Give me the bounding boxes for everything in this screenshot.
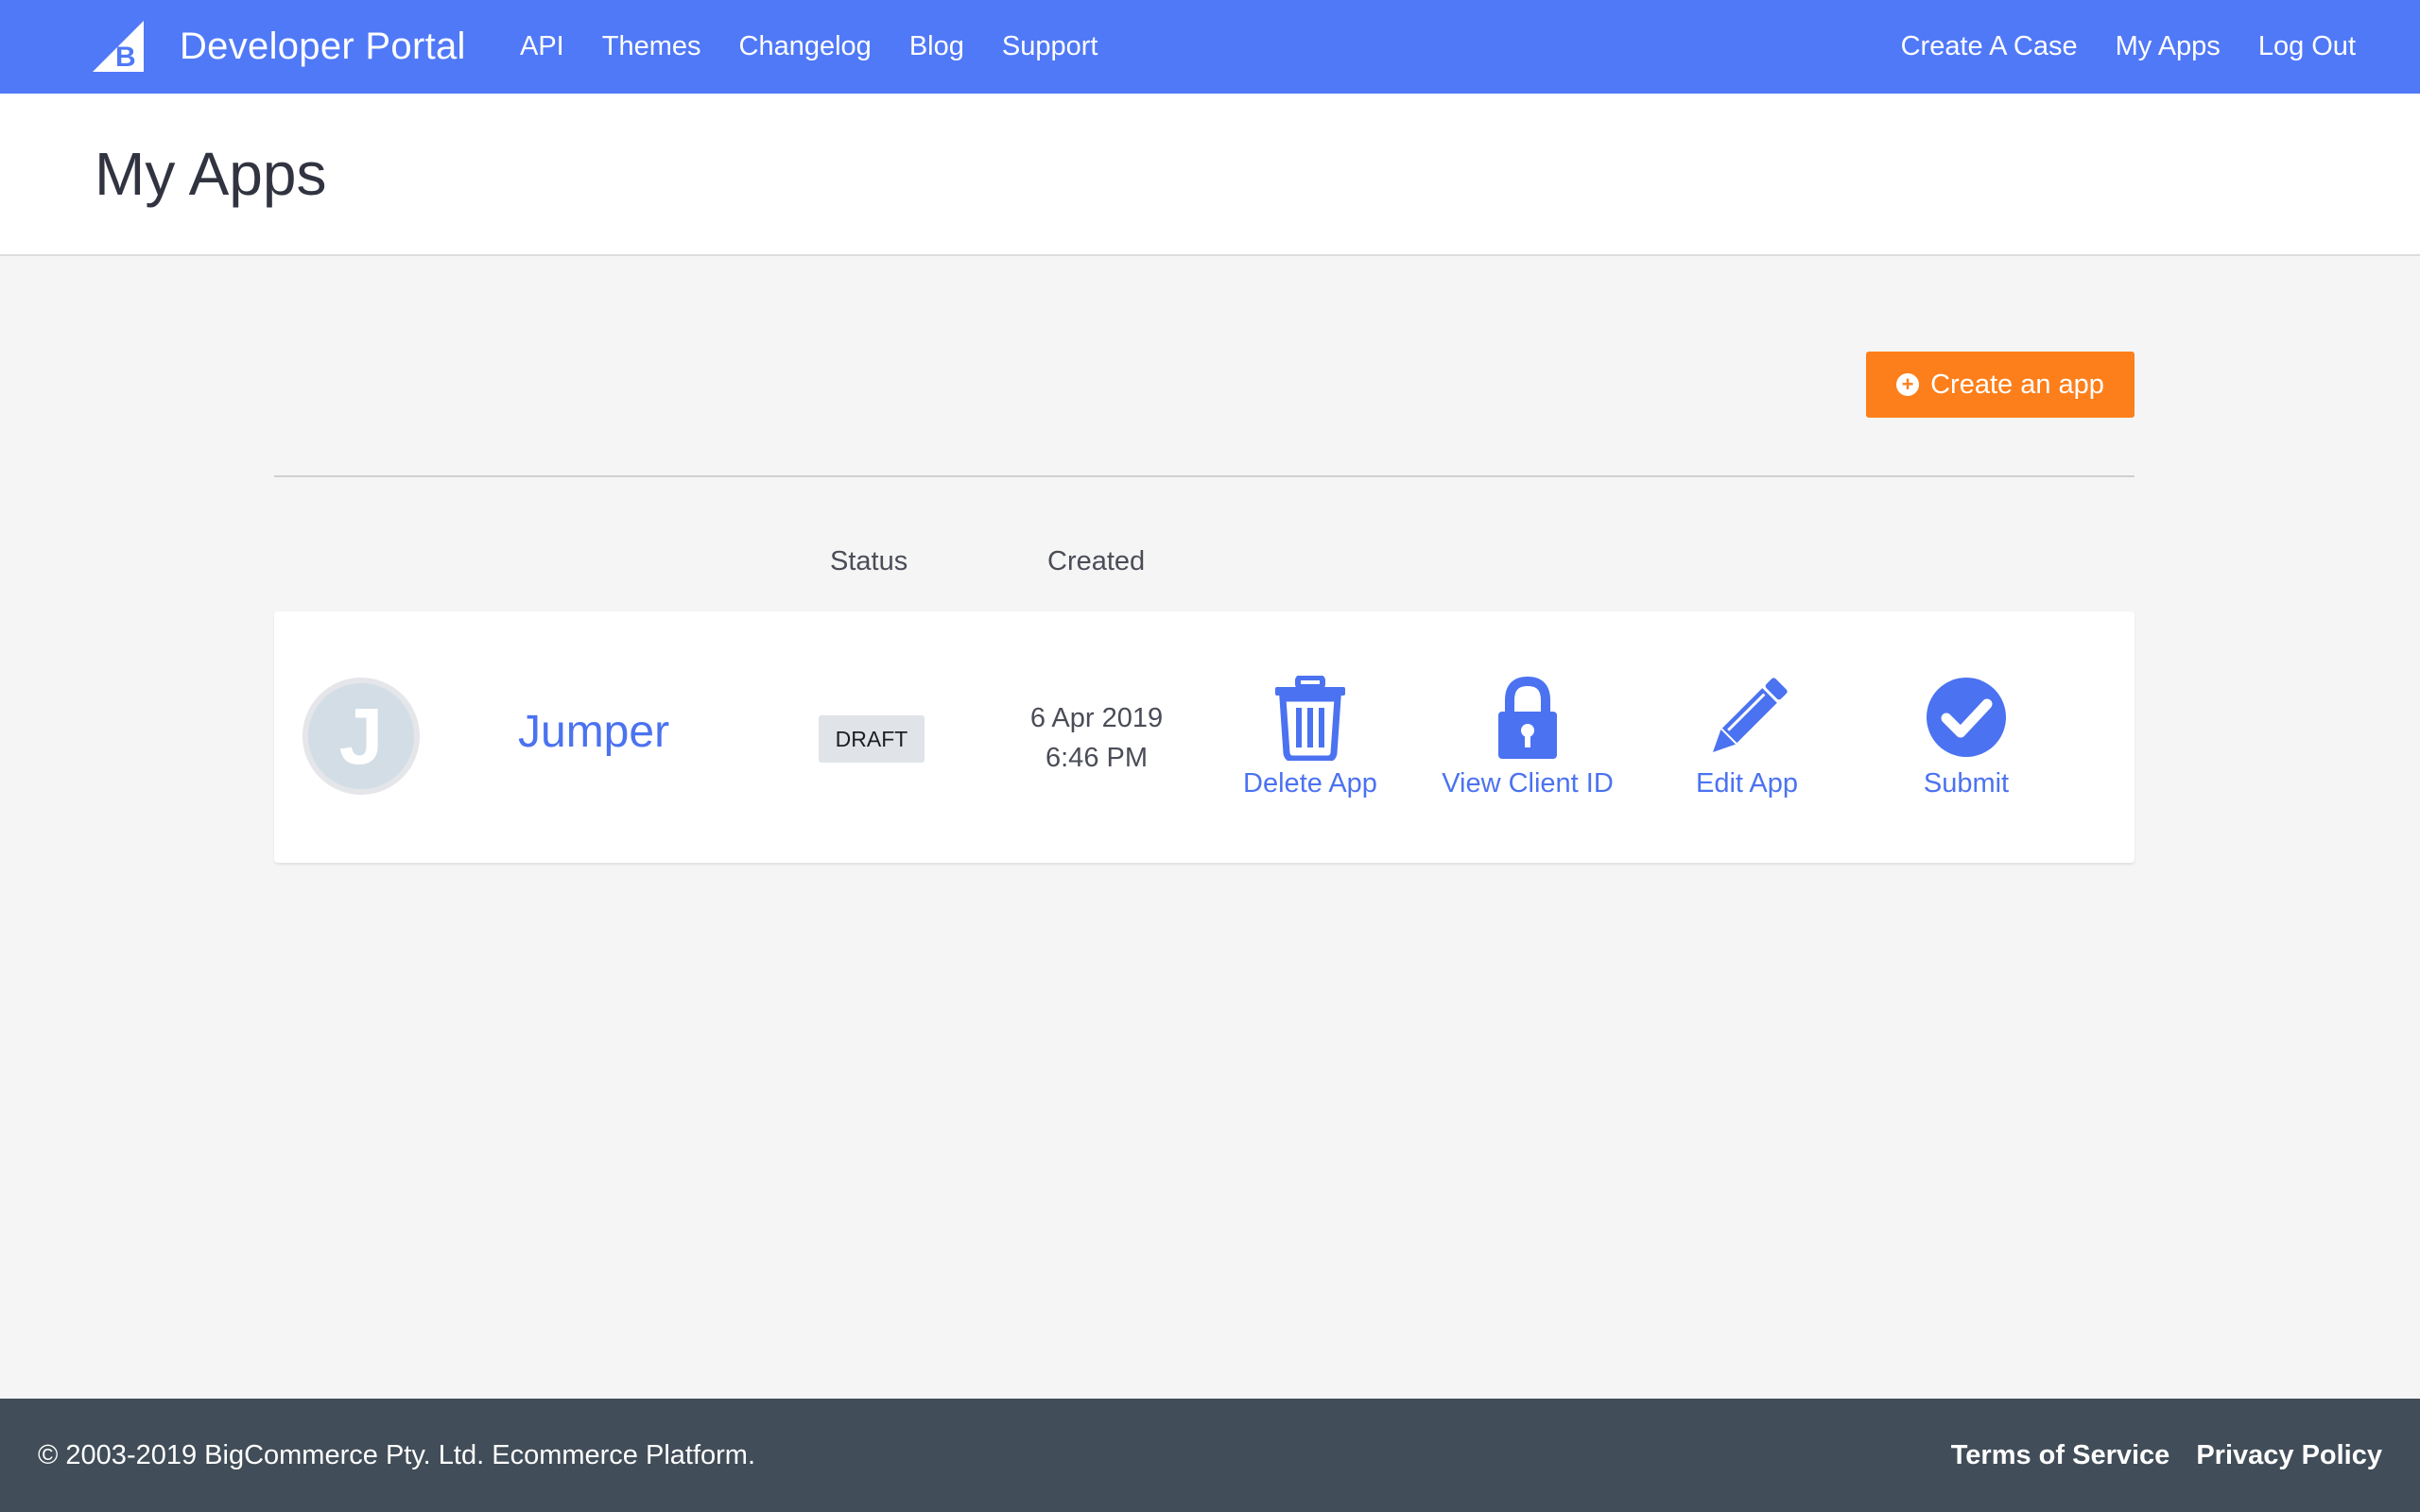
nav-themes[interactable]: Themes [602,31,701,62]
nav-log-out[interactable]: Log Out [2258,31,2356,62]
footer-privacy-link[interactable]: Privacy Policy [2196,1440,2382,1471]
edit-app-button[interactable]: Edit App [1652,676,1841,799]
primary-nav: API Themes Changelog Blog Support [520,0,1135,94]
bigcommerce-logo-icon[interactable]: B [93,21,144,72]
check-circle-icon [1927,678,2006,757]
page-title: My Apps [95,140,327,208]
nav-create-case[interactable]: Create A Case [1901,31,2078,62]
app-name-link[interactable]: Jumper [518,706,669,758]
brand-title[interactable]: Developer Portal [180,0,466,94]
created-datetime: 6 Apr 2019 6:46 PM [1002,698,1191,778]
create-app-button[interactable]: + Create an app [1866,352,2135,418]
app-row: J Jumper DRAFT 6 Apr 2019 6:46 PM Delete… [274,611,2135,863]
top-navbar: B Developer Portal API Themes Changelog … [0,0,2420,94]
nav-my-apps[interactable]: My Apps [2116,31,2221,62]
status-badge: DRAFT [819,715,925,763]
app-avatar: J [302,678,420,795]
column-header-created: Created [1047,546,1146,576]
created-time: 6:46 PM [1046,743,1148,773]
nav-api[interactable]: API [520,31,564,62]
nav-support[interactable]: Support [1002,31,1098,62]
footer-copyright: © 2003-2019 BigCommerce Pty. Ltd. Ecomme… [38,1440,756,1470]
trash-icon [1275,676,1345,761]
created-date: 6 Apr 2019 [1029,703,1164,733]
nav-changelog[interactable]: Changelog [739,31,872,62]
create-app-label: Create an app [1930,369,2104,400]
delete-app-label: Delete App [1243,768,1377,799]
footer: © 2003-2019 BigCommerce Pty. Ltd. Ecomme… [0,1399,2420,1512]
account-nav: Create A Case My Apps Log Out [1863,0,2356,94]
svg-text:B: B [115,42,136,72]
plus-circle-icon: + [1896,373,1920,396]
submit-app-label: Submit [1923,768,2010,799]
page-header: My Apps [0,94,2420,256]
footer-terms-link[interactable]: Terms of Service [1951,1440,2170,1471]
delete-app-button[interactable]: Delete App [1216,676,1405,799]
lock-icon [1498,676,1557,759]
submit-app-button[interactable]: Submit [1872,676,2061,799]
footer-links: Terms of Service Privacy Policy [1925,1399,2382,1512]
pencil-icon [1712,678,1788,753]
divider [274,475,2135,477]
view-client-id-button[interactable]: View Client ID [1433,676,1622,799]
nav-blog[interactable]: Blog [909,31,964,62]
edit-app-label: Edit App [1695,768,1799,799]
view-client-id-label: View Client ID [1442,768,1614,799]
column-header-status: Status [830,546,908,576]
